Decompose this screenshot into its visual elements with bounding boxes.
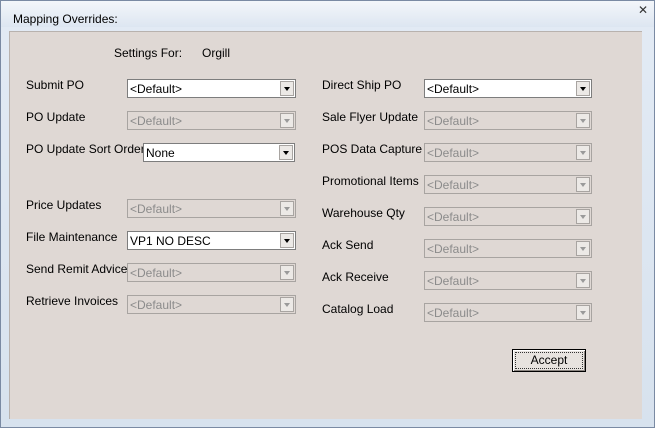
settings-for-label: Settings For: — [114, 46, 183, 60]
promotional-items-value: <Default> — [427, 178, 480, 192]
ack-send-label: Ack Send — [322, 238, 374, 252]
chevron-down-icon — [576, 305, 590, 320]
warehouse-qty-label: Warehouse Qty — [322, 206, 405, 220]
chevron-down-icon[interactable] — [279, 145, 293, 160]
price-updates-value: <Default> — [130, 202, 183, 216]
ack-receive-value: <Default> — [427, 274, 480, 288]
title-bar: Mapping Overrides: ✕ — [1, 1, 654, 27]
po-update-sort-order-value: None — [146, 146, 175, 160]
chevron-down-icon — [576, 241, 590, 256]
sale-flyer-update-label: Sale Flyer Update — [322, 110, 419, 124]
sale-flyer-update-select: <Default> — [424, 111, 592, 130]
warehouse-qty-value: <Default> — [427, 210, 480, 224]
send-remit-advice-value: <Default> — [130, 266, 183, 280]
catalog-load-value: <Default> — [427, 306, 480, 320]
retrieve-invoices-select: <Default> — [127, 295, 296, 314]
chevron-down-icon — [576, 145, 590, 160]
retrieve-invoices-value: <Default> — [130, 298, 183, 312]
chevron-down-icon[interactable] — [576, 81, 590, 96]
price-updates-select: <Default> — [127, 199, 296, 218]
chevron-down-icon — [576, 273, 590, 288]
pos-data-capture-value: <Default> — [427, 146, 480, 160]
po-update-sort-order-select[interactable]: None — [143, 143, 295, 162]
direct-ship-po-value: <Default> — [427, 82, 480, 96]
submit-po-label: Submit PO — [26, 78, 85, 92]
po-update-select: <Default> — [127, 111, 296, 130]
chevron-down-icon — [280, 201, 294, 216]
chevron-down-icon — [576, 113, 590, 128]
chevron-down-icon — [280, 113, 294, 128]
accept-button[interactable]: Accept — [512, 349, 586, 372]
po-update-label: PO Update — [26, 110, 86, 124]
catalog-load-select: <Default> — [424, 303, 592, 322]
chevron-down-icon — [280, 265, 294, 280]
send-remit-advice-label: Send Remit Advice — [26, 262, 128, 276]
pos-data-capture-label: POS Data Capture — [322, 142, 423, 156]
ack-receive-label: Ack Receive — [322, 270, 389, 284]
po-update-value: <Default> — [130, 114, 183, 128]
submit-po-select[interactable]: <Default> — [127, 79, 296, 98]
direct-ship-po-select[interactable]: <Default> — [424, 79, 592, 98]
chevron-down-icon[interactable] — [280, 233, 294, 248]
chevron-down-icon[interactable] — [280, 81, 294, 96]
promotional-items-select: <Default> — [424, 175, 592, 194]
chevron-down-icon — [576, 177, 590, 192]
window-title: Mapping Overrides: — [13, 12, 118, 26]
pos-data-capture-select: <Default> — [424, 143, 592, 162]
close-icon[interactable]: ✕ — [636, 3, 650, 17]
direct-ship-po-label: Direct Ship PO — [322, 78, 402, 92]
submit-po-value: <Default> — [130, 82, 183, 96]
settings-for-value: Orgill — [202, 46, 231, 60]
chevron-down-icon — [576, 209, 590, 224]
retrieve-invoices-label: Retrieve Invoices — [26, 294, 119, 308]
ack-receive-select: <Default> — [424, 271, 592, 290]
chevron-down-icon — [280, 297, 294, 312]
file-maintenance-label: File Maintenance — [26, 230, 118, 244]
send-remit-advice-select: <Default> — [127, 263, 296, 282]
warehouse-qty-select: <Default> — [424, 207, 592, 226]
po-update-sort-order-label: PO Update Sort Order: — [26, 142, 149, 156]
ack-send-value: <Default> — [427, 242, 480, 256]
file-maintenance-select[interactable]: VP1 NO DESC — [127, 231, 296, 250]
price-updates-label: Price Updates — [26, 198, 102, 212]
promotional-items-label: Promotional Items — [322, 174, 419, 188]
catalog-load-label: Catalog Load — [322, 302, 394, 316]
file-maintenance-value: VP1 NO DESC — [130, 234, 211, 248]
ack-send-select: <Default> — [424, 239, 592, 258]
sale-flyer-update-value: <Default> — [427, 114, 480, 128]
